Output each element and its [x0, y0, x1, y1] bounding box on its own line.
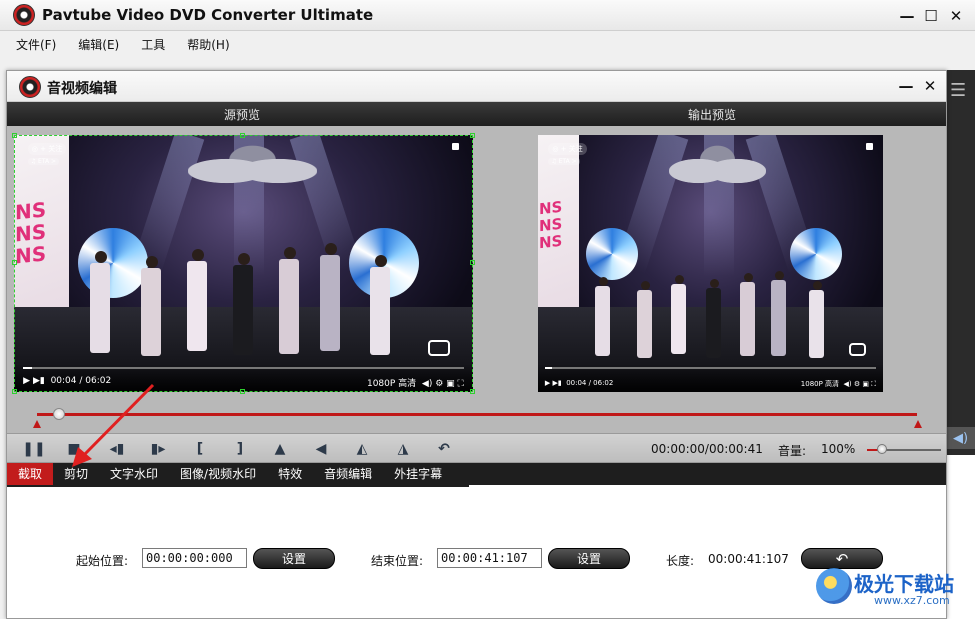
- watermark-logo-icon: [816, 568, 852, 604]
- stage-heart-prop: [669, 142, 766, 200]
- volume-slider-thumb[interactable]: [876, 444, 887, 454]
- length-value: 00:00:41:107: [708, 552, 789, 566]
- tab-text-watermark[interactable]: 文字水印: [99, 463, 169, 485]
- volume-value: 100%: [821, 442, 856, 456]
- dialog-minimize-icon[interactable]: —: [895, 75, 917, 97]
- crop-handle[interactable]: [470, 260, 475, 265]
- stage-globe: [789, 227, 842, 280]
- start-position-input[interactable]: [142, 548, 247, 568]
- stop-icon[interactable]: ■: [64, 439, 84, 459]
- video-frame: NS NS NS ◎ + 关注 ♫ ETA > ▶ ▶▮ 00:04 / 06:…: [538, 135, 883, 392]
- timeline-track[interactable]: [37, 413, 917, 416]
- tab-trim[interactable]: 截取: [7, 463, 54, 485]
- flip-vertical-icon[interactable]: ▲: [270, 439, 290, 459]
- app-window: Pavtube Video DVD Converter Ultimate — ☐…: [0, 0, 975, 619]
- embedded-time: 00:04 / 06:02: [566, 378, 614, 387]
- embedded-player-controls: ▶ ▶▮ 00:04 / 06:02 1080P 高清 ◀) ⚙ ▣ ⛶: [538, 363, 883, 392]
- control-bar: ❚❚ ■ ◂▮ ▮▸ [ ] ▲ ◀ ◭ ◮ ↶ 00:00:00/00:00:…: [7, 433, 946, 463]
- end-position-label: 结束位置:: [371, 554, 424, 568]
- preview-header: 源预览 输出预览: [7, 102, 946, 126]
- output-video: NS NS NS ◎ + 关注 ♫ ETA > ▶ ▶▮ 00:04 / 06:…: [538, 135, 883, 392]
- crop-handle[interactable]: [240, 389, 245, 394]
- time-readout: 00:00:00/00:00:41: [651, 442, 763, 456]
- menu-tools[interactable]: 工具: [133, 36, 173, 53]
- prev-frame-icon[interactable]: ◂▮: [107, 439, 127, 459]
- crop-frame[interactable]: [12, 133, 475, 394]
- site-watermark: 极光下载站 www.xz7.com: [812, 566, 972, 616]
- trim-start-marker[interactable]: [33, 420, 41, 428]
- app-logo-icon: [13, 4, 35, 26]
- minimize-icon[interactable]: —: [896, 5, 918, 27]
- flip-horizontal-icon[interactable]: ◀: [311, 439, 331, 459]
- set-start-button[interactable]: 设置: [253, 548, 335, 569]
- list-menu-icon[interactable]: ☰: [950, 80, 966, 101]
- set-end-button[interactable]: 设置: [548, 548, 630, 569]
- undo-icon[interactable]: ↶: [434, 439, 454, 459]
- main-title-bar: Pavtube Video DVD Converter Ultimate — ☐…: [0, 0, 975, 31]
- crop-handle[interactable]: [470, 389, 475, 394]
- set-start-icon[interactable]: [: [190, 439, 210, 459]
- edit-tabs: 截取 剪切 文字水印 图像/视频水印 特效 音频编辑 外挂字幕: [7, 463, 946, 485]
- tab-external-subtitles[interactable]: 外挂字幕: [383, 463, 453, 485]
- menu-bar: 文件(F) 编辑(E) 工具 帮助(H): [0, 31, 975, 57]
- trim-end-marker[interactable]: [914, 420, 922, 428]
- dialog-close-icon[interactable]: ✕: [919, 75, 941, 97]
- preview-area: NS NS NS ◎ + 关注 ♫ ETA > ▶ ▶▮ 00:04 / 06:…: [7, 126, 946, 407]
- video-corner-badge: [865, 142, 873, 150]
- dialog-title-bar: 音视频编辑 — ✕: [7, 71, 946, 102]
- timeline[interactable]: [7, 407, 946, 433]
- tab-audio-edit[interactable]: 音频编辑: [313, 463, 383, 485]
- app-title: Pavtube Video DVD Converter Ultimate: [42, 6, 374, 24]
- source-preview-label: 源预览: [223, 108, 260, 122]
- start-position-label: 起始位置:: [76, 554, 129, 568]
- edit-dialog: 音视频编辑 — ✕ 源预览 输出预览 NS NS NS ◎ + 关注 ♫ ETA…: [6, 70, 947, 619]
- end-position-input[interactable]: [437, 548, 542, 568]
- length-label: 长度:: [666, 554, 695, 568]
- tab-effects[interactable]: 特效: [267, 463, 313, 485]
- output-preview-label: 输出预览: [687, 108, 736, 122]
- pause-icon[interactable]: ❚❚: [22, 439, 45, 459]
- speaker-icon[interactable]: ◀): [946, 427, 975, 449]
- menu-edit[interactable]: 编辑(E): [70, 36, 127, 53]
- rotate-right-icon[interactable]: ◮: [393, 439, 413, 459]
- embedded-quality: 1080P 高清: [800, 379, 840, 388]
- tab-image-video-watermark[interactable]: 图像/视频水印: [169, 463, 267, 485]
- crop-handle[interactable]: [240, 133, 245, 138]
- video-follow-tag: ◎ + 关注: [548, 142, 587, 155]
- dialog-logo-icon: [19, 76, 41, 98]
- tv-logo-icon: [848, 343, 866, 357]
- menu-file[interactable]: 文件(F): [8, 36, 64, 53]
- close-icon[interactable]: ✕: [945, 5, 967, 27]
- tab-crop[interactable]: 剪切: [53, 463, 99, 485]
- crop-handle[interactable]: [12, 389, 17, 394]
- crop-handle[interactable]: [470, 133, 475, 138]
- next-frame-icon[interactable]: ▮▸: [148, 439, 168, 459]
- dialog-title: 音视频编辑: [47, 81, 117, 97]
- rotate-left-icon[interactable]: ◭: [352, 439, 372, 459]
- set-end-icon[interactable]: ]: [230, 439, 250, 459]
- trim-panel: 起始位置: 设置 结束位置: 设置 长度: 00:00:41:107 ↶: [7, 487, 946, 618]
- menu-help[interactable]: 帮助(H): [179, 36, 237, 53]
- stage-globe: [586, 227, 639, 280]
- volume-label: 音量:: [778, 444, 807, 458]
- crop-handle[interactable]: [12, 133, 17, 138]
- watermark-url: www.xz7.com: [874, 594, 950, 607]
- crop-handle[interactable]: [12, 260, 17, 265]
- maximize-icon[interactable]: ☐: [920, 5, 942, 27]
- timeline-playhead[interactable]: [52, 408, 65, 420]
- watermark-text: 极光下载站: [854, 572, 954, 596]
- video-music-tag: ♫ ETA >: [548, 158, 580, 166]
